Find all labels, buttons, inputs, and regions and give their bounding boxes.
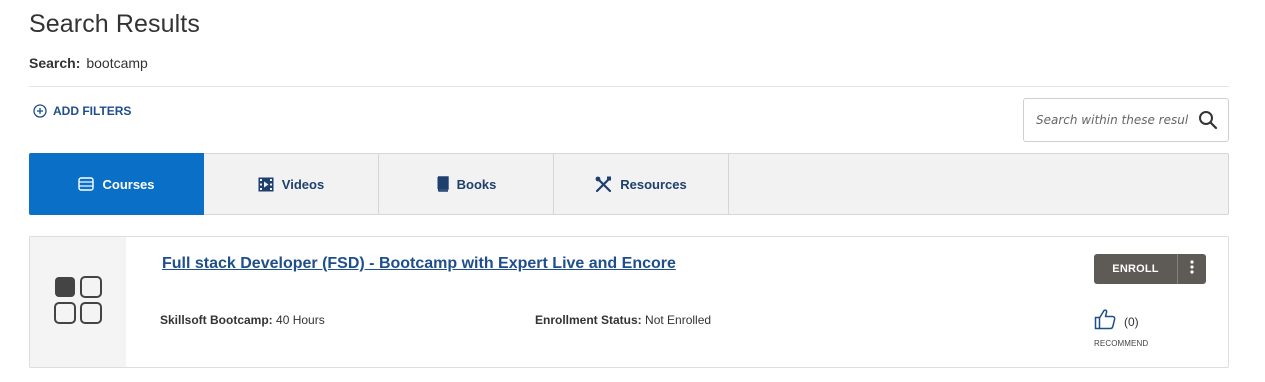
course-grid-icon bbox=[54, 275, 102, 329]
book-icon bbox=[436, 176, 449, 192]
tab-courses[interactable]: Courses bbox=[29, 153, 204, 215]
search-within-box bbox=[1023, 98, 1229, 142]
plus-circle-icon bbox=[33, 104, 47, 118]
tab-books[interactable]: Books bbox=[379, 154, 554, 214]
content-type-tabs: Courses Videos Books Resources bbox=[29, 153, 1229, 215]
add-filters-button[interactable]: ADD FILTERS bbox=[33, 104, 131, 118]
status-value: Not Enrolled bbox=[645, 313, 712, 327]
header-divider bbox=[29, 86, 1229, 87]
tools-icon bbox=[595, 176, 612, 193]
search-icon[interactable] bbox=[1198, 110, 1218, 130]
status-label: Enrollment Status: bbox=[535, 313, 642, 327]
enroll-button[interactable]: ENROLL bbox=[1094, 254, 1178, 284]
recommend-label: RECOMMEND bbox=[1094, 339, 1149, 348]
tab-books-label: Books bbox=[456, 176, 497, 192]
thumbs-up-icon[interactable] bbox=[1094, 308, 1116, 335]
kebab-icon bbox=[1190, 259, 1194, 279]
courses-icon bbox=[78, 177, 95, 191]
tab-videos[interactable]: Videos bbox=[204, 154, 379, 214]
duration-value: 40 Hours bbox=[276, 313, 325, 327]
enroll-group: ENROLL bbox=[1094, 254, 1206, 284]
more-options-button[interactable] bbox=[1178, 254, 1206, 284]
tab-resources[interactable]: Resources bbox=[554, 154, 729, 214]
course-duration: Skillsoft Bootcamp: 40 Hours bbox=[160, 313, 325, 327]
recommend-count: (0) bbox=[1124, 314, 1139, 329]
search-label: Search: bbox=[29, 55, 81, 71]
search-within-input[interactable] bbox=[1036, 113, 1188, 127]
enrollment-status: Enrollment Status: Not Enrolled bbox=[535, 313, 711, 327]
page-title: Search Results bbox=[29, 10, 200, 38]
search-summary: Search: bootcamp bbox=[29, 55, 148, 71]
search-term: bootcamp bbox=[86, 55, 148, 71]
tab-resources-label: Resources bbox=[620, 176, 687, 192]
tab-courses-label: Courses bbox=[102, 176, 155, 192]
result-card: Full stack Developer (FSD) - Bootcamp wi… bbox=[29, 236, 1229, 368]
recommend-widget: (0) RECOMMEND bbox=[1094, 308, 1174, 348]
tab-videos-label: Videos bbox=[281, 176, 325, 192]
video-icon bbox=[258, 177, 274, 192]
course-thumbnail bbox=[30, 237, 126, 367]
course-title-link[interactable]: Full stack Developer (FSD) - Bootcamp wi… bbox=[162, 255, 676, 273]
add-filters-label: ADD FILTERS bbox=[53, 104, 132, 118]
duration-label: Skillsoft Bootcamp: bbox=[160, 313, 273, 327]
